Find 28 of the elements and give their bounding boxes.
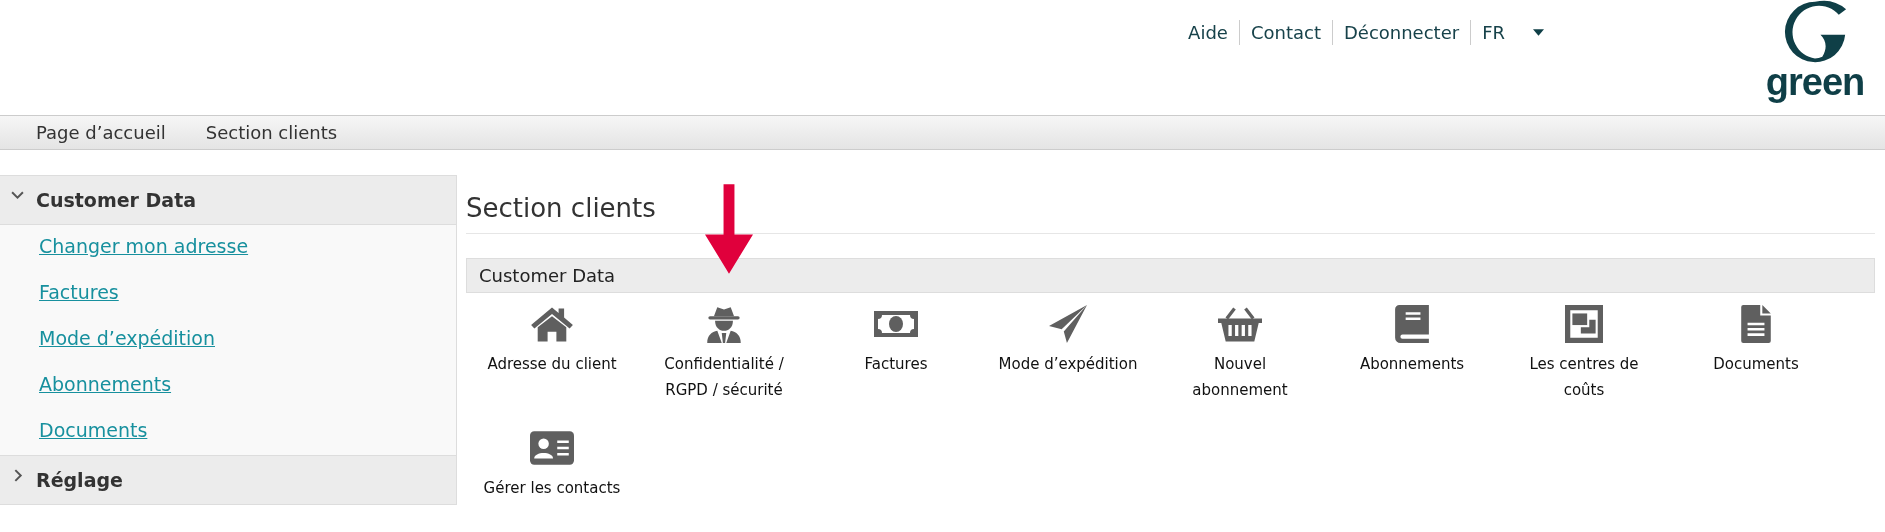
sidebar-link[interactable]: Changer mon adresse <box>39 235 249 257</box>
header-link[interactable]: Déconnecter <box>1332 20 1472 45</box>
basket-icon <box>1218 305 1262 343</box>
shortcut-tile[interactable]: Documents <box>1709 305 1803 403</box>
shortcut-tile[interactable]: Confidentialité / RGPD / sécurité <box>645 305 803 403</box>
sidebar-group-header[interactable]: Réglage <box>0 455 456 505</box>
nav-link[interactable]: Page d’accueil <box>36 122 166 143</box>
section-header: Customer Data <box>466 258 1875 293</box>
header-link[interactable]: Aide <box>1177 20 1240 45</box>
sidebar-group-header[interactable]: Customer Data <box>0 175 456 225</box>
shortcut-tile[interactable]: Abonnements <box>1355 305 1469 403</box>
shortcut-tile[interactable]: Nouvel abonnement <box>1161 305 1319 403</box>
shortcut-tile[interactable]: Mode d’expédition <box>994 305 1142 403</box>
id-card-icon <box>530 429 574 467</box>
sidebar-link[interactable]: Abonnements <box>39 373 172 395</box>
header-link[interactable]: Contact <box>1239 20 1333 45</box>
nav-link[interactable]: Section clients <box>205 122 338 143</box>
frame-icon <box>1562 305 1606 343</box>
sidebar-link[interactable]: Factures <box>39 281 119 303</box>
shortcut-tile[interactable]: Adresse du client <box>483 305 621 403</box>
language-selector[interactable]: FR <box>1471 20 1555 45</box>
sidebar-link[interactable]: Documents <box>39 419 148 441</box>
shortcut-tile[interactable]: Factures <box>860 305 932 403</box>
sidebar-link[interactable]: Mode d’expédition <box>39 327 215 349</box>
caret-icon <box>1533 29 1544 36</box>
shortcut-tile[interactable]: Gérer les contacts <box>479 429 625 501</box>
shortcut-tile[interactable]: Les centres de coûts <box>1505 305 1663 403</box>
house-icon <box>530 305 574 343</box>
